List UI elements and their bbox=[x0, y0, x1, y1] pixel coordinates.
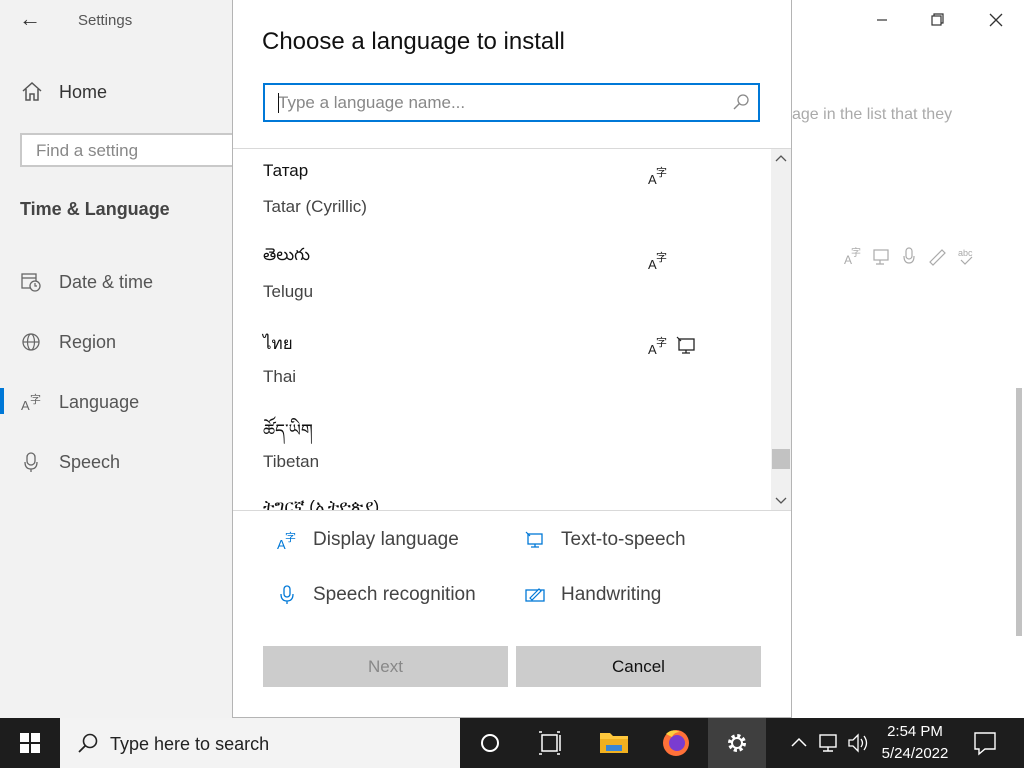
taskbar-search-placeholder: Type here to search bbox=[110, 734, 270, 754]
display-language-icon: A 字 bbox=[648, 250, 667, 272]
find-setting-placeholder: Find a setting bbox=[36, 141, 139, 160]
display-language-icon: A 字 bbox=[648, 335, 667, 357]
svg-text:字: 字 bbox=[285, 530, 296, 544]
svg-text:abc: abc bbox=[958, 248, 973, 258]
minimize-icon[interactable] bbox=[868, 6, 896, 34]
handwriting-icon bbox=[525, 588, 545, 602]
language-english-name: Telugu bbox=[263, 282, 314, 301]
language-english-name: Thai bbox=[263, 367, 297, 386]
task-view-icon[interactable] bbox=[522, 718, 578, 768]
back-arrow-icon[interactable]: ← bbox=[18, 6, 42, 32]
cortana-icon[interactable] bbox=[462, 718, 518, 768]
volume-icon[interactable] bbox=[844, 718, 872, 768]
sidebar-item-date-time[interactable]: Date & time bbox=[59, 272, 153, 293]
clock-time[interactable]: 2:54 PM bbox=[880, 723, 950, 740]
text-caret bbox=[278, 93, 279, 113]
maximize-icon[interactable] bbox=[924, 6, 952, 34]
calendar-clock-icon bbox=[21, 273, 41, 292]
microphone-icon bbox=[280, 585, 294, 604]
scroll-up-icon[interactable] bbox=[771, 149, 791, 169]
text-to-speech-icon bbox=[676, 336, 695, 354]
section-title: Time & Language bbox=[20, 199, 170, 219]
language-search-placeholder: Type a language name... bbox=[278, 93, 466, 112]
svg-text:字: 字 bbox=[656, 250, 667, 264]
legend-speech-recognition: Speech recognition bbox=[313, 584, 476, 605]
notifications-icon[interactable] bbox=[968, 718, 1002, 768]
display-language-icon: A 字 bbox=[648, 165, 667, 187]
svg-text:字: 字 bbox=[851, 246, 861, 259]
svg-text:字: 字 bbox=[30, 392, 41, 406]
close-icon[interactable] bbox=[982, 6, 1010, 34]
background-description: age in the list that they bbox=[792, 106, 953, 123]
network-icon[interactable] bbox=[814, 718, 842, 768]
dialog-title: Choose a language to install bbox=[262, 28, 565, 55]
display-language-icon: A 字 bbox=[277, 530, 296, 551]
clock-date[interactable]: 5/24/2022 bbox=[872, 745, 958, 762]
microphone-icon bbox=[24, 452, 38, 472]
search-icon[interactable] bbox=[732, 93, 750, 111]
svg-text:A: A bbox=[21, 398, 30, 413]
sidebar-item-speech[interactable]: Speech bbox=[59, 452, 120, 473]
scroll-thumb[interactable] bbox=[772, 449, 790, 469]
globe-icon bbox=[22, 333, 40, 351]
svg-text:字: 字 bbox=[656, 335, 667, 349]
firefox-icon[interactable] bbox=[648, 718, 704, 768]
sidebar-item-language[interactable]: Language bbox=[59, 392, 139, 413]
home-link[interactable]: Home bbox=[59, 82, 107, 103]
svg-text:字: 字 bbox=[656, 165, 667, 179]
next-button[interactable]: Next bbox=[263, 646, 508, 687]
app-title: Settings bbox=[78, 12, 133, 29]
language-english-name: Tibetan bbox=[263, 452, 320, 471]
language-icon: A 字 bbox=[21, 392, 41, 413]
language-native-name: తెలుగు bbox=[263, 245, 310, 264]
scroll-down-icon[interactable] bbox=[771, 490, 791, 510]
feature-icons-row: A 字 abc bbox=[844, 246, 973, 267]
home-icon bbox=[22, 81, 42, 101]
legend-text-to-speech: Text-to-speech bbox=[561, 529, 686, 550]
language-list: Татар Tatar (Cyrillic) A 字 తెలుగు Telugu… bbox=[233, 149, 771, 510]
gear-icon bbox=[728, 734, 746, 752]
legend-display-language: Display language bbox=[313, 529, 459, 550]
windows-start-icon[interactable] bbox=[0, 718, 60, 768]
legend-handwriting: Handwriting bbox=[561, 584, 662, 605]
cancel-button[interactable]: Cancel bbox=[516, 646, 761, 687]
language-native-name: ไทย bbox=[263, 334, 293, 353]
list-divider-bottom bbox=[233, 510, 791, 511]
page-scrollbar[interactable] bbox=[1016, 388, 1022, 636]
chevron-up-icon[interactable] bbox=[786, 718, 812, 768]
language-native-name: ትግርኛ (ኢትዮጵያ) bbox=[263, 497, 380, 510]
language-native-name: Татар bbox=[263, 161, 309, 180]
text-to-speech-icon bbox=[525, 531, 543, 548]
file-explorer-icon[interactable] bbox=[586, 718, 642, 768]
language-english-name: Tatar (Cyrillic) bbox=[263, 197, 367, 216]
selected-indicator bbox=[0, 388, 4, 414]
sidebar-item-region[interactable]: Region bbox=[59, 332, 116, 353]
search-icon bbox=[78, 733, 98, 753]
settings-sidebar bbox=[0, 0, 232, 718]
